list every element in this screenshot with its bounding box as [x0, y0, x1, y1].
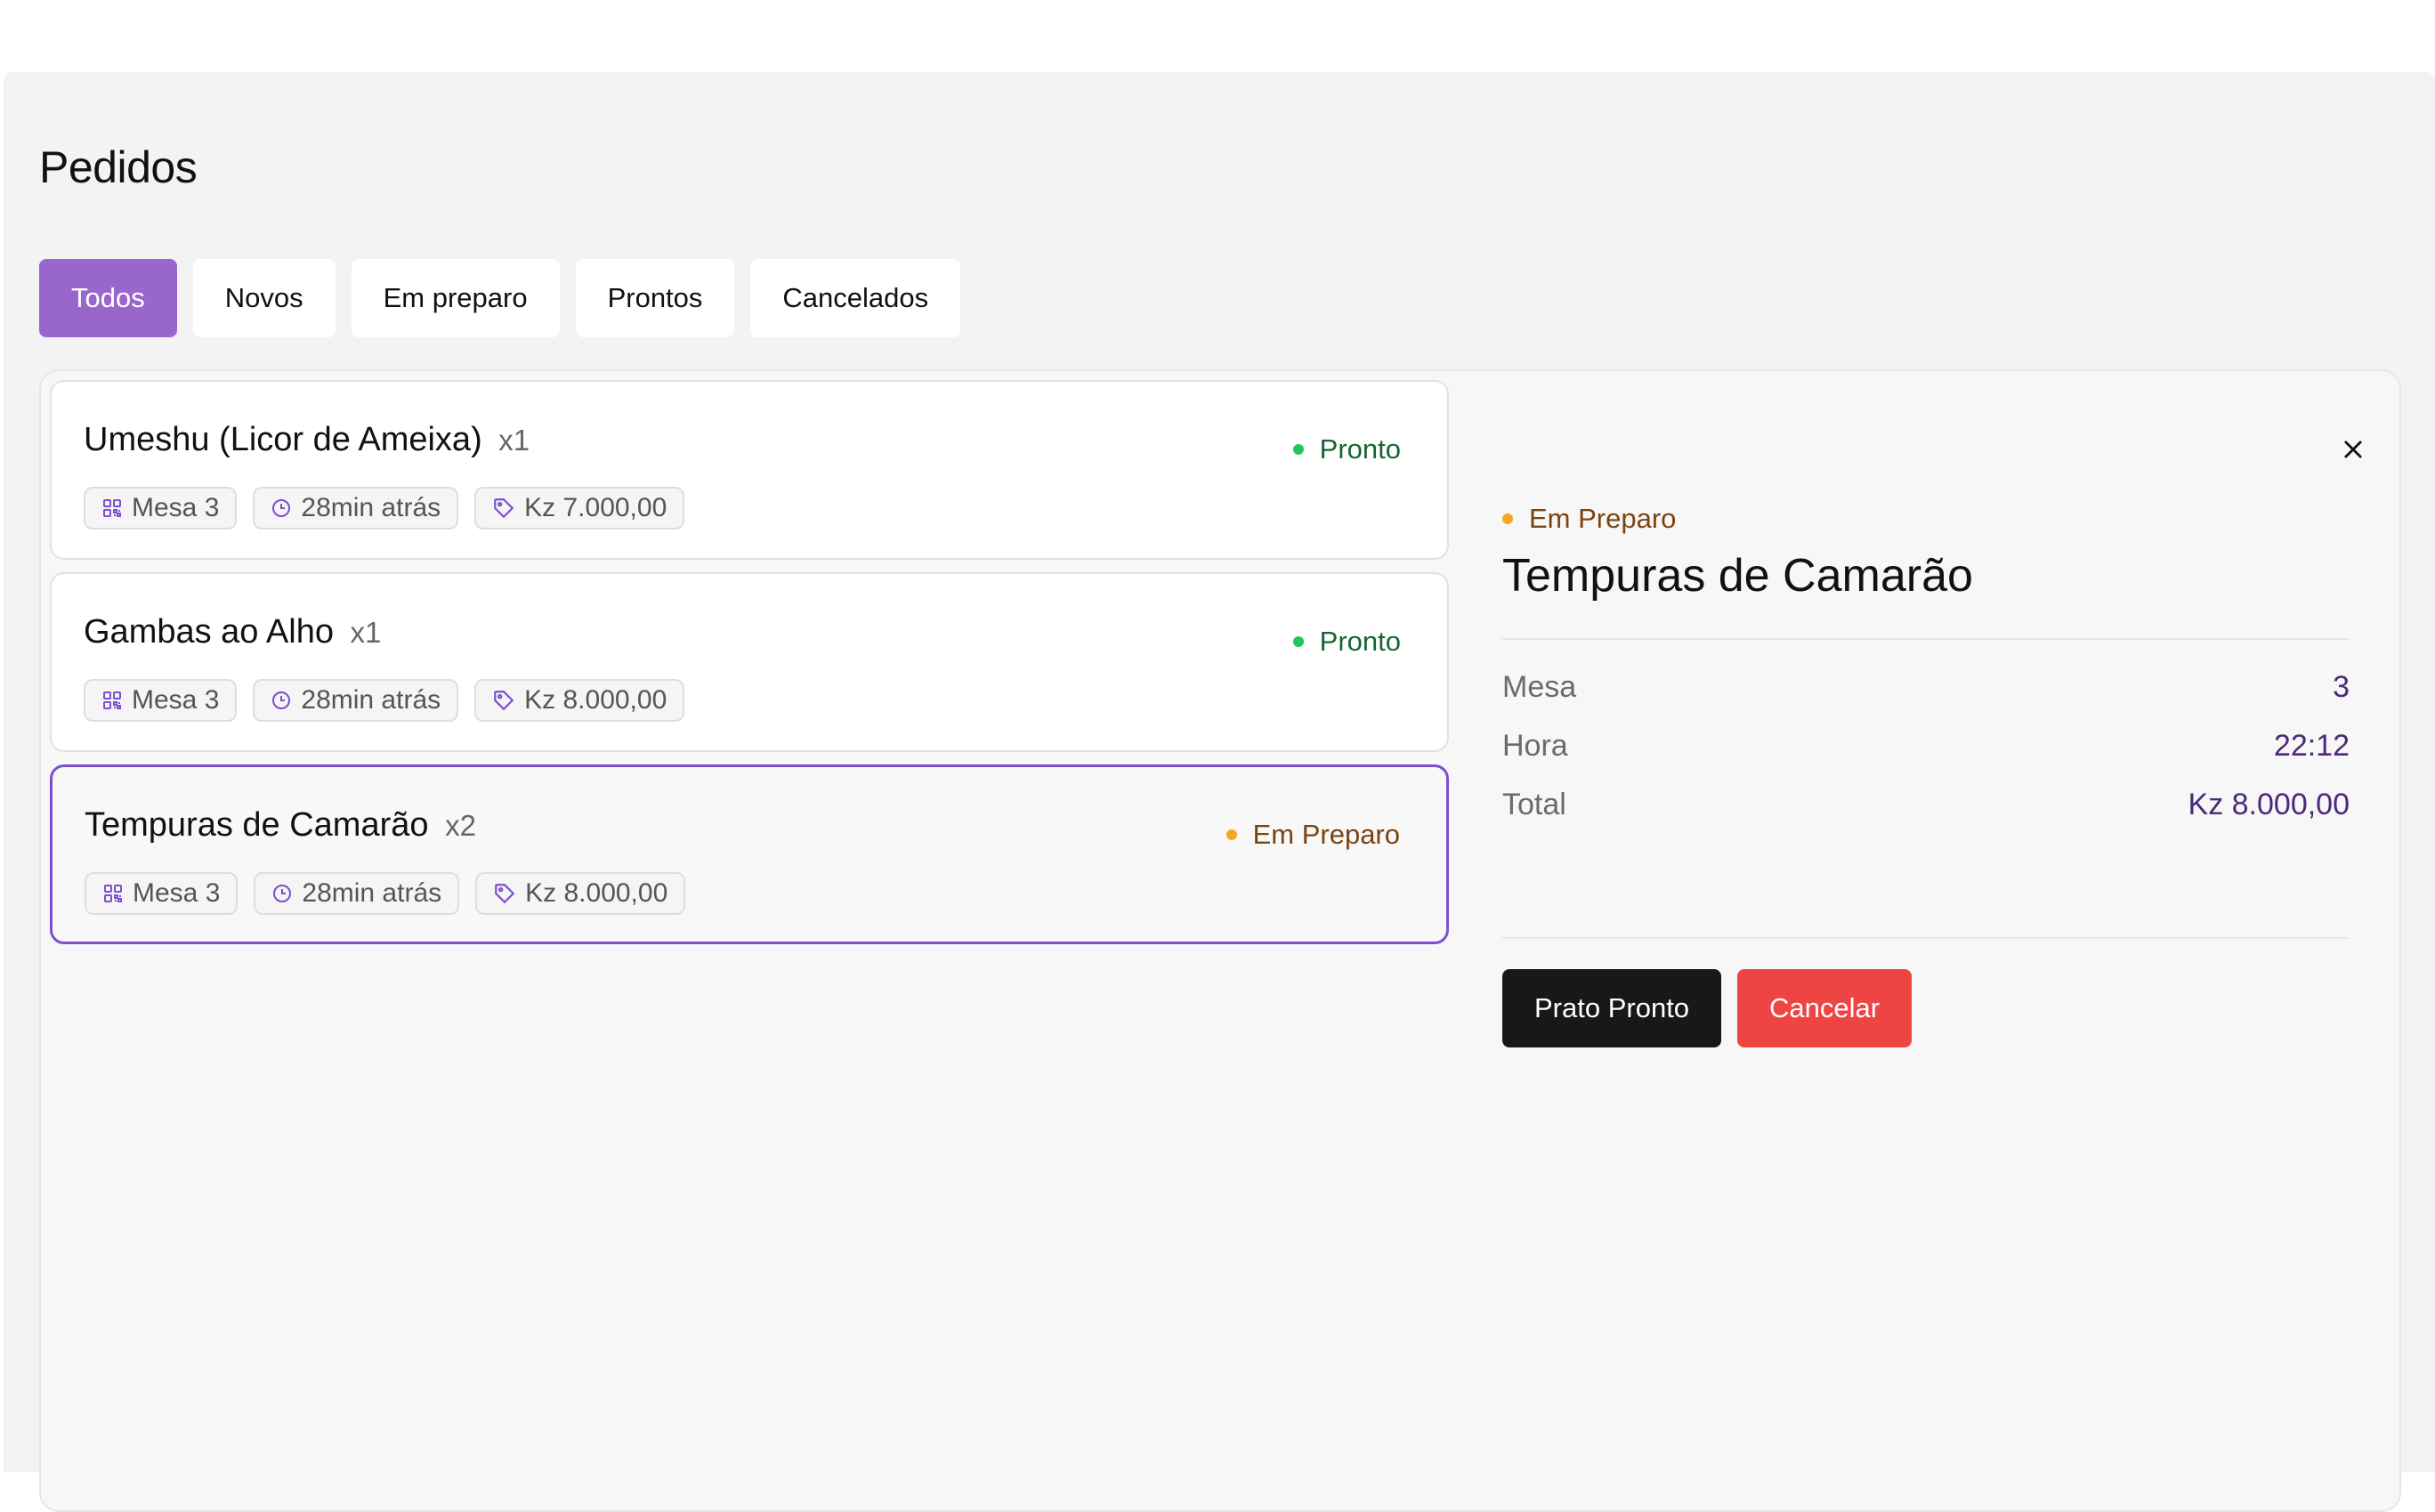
time-chip: 28min atrás	[253, 487, 459, 530]
status-dot-icon	[1292, 636, 1304, 647]
detail-row-mesa: Mesa 3	[1502, 670, 2350, 705]
tab-novos[interactable]: Novos	[192, 259, 336, 337]
qr-code-icon	[101, 497, 123, 519]
order-quantity: x2	[445, 809, 476, 842]
tab-em-preparo[interactable]: Em preparo	[351, 259, 560, 337]
tab-cancelados[interactable]: Cancelados	[750, 259, 961, 337]
qr-code-icon	[101, 690, 123, 711]
table-chip: Mesa 3	[84, 679, 238, 722]
tab-prontos[interactable]: Prontos	[575, 259, 735, 337]
order-meta: Mesa 3 28min atrás Kz 8.000,00	[84, 679, 685, 722]
order-card-selected[interactable]: Tempuras de Camarão x2 Em Preparo Mesa 3	[50, 764, 1449, 944]
time-chip: 28min atrás	[253, 679, 459, 722]
detail-status-label: Em Preparo	[1529, 503, 1677, 534]
clock-icon	[271, 883, 293, 904]
detail-row-value: 3	[2333, 670, 2350, 704]
detail-title: Tempuras de Camarão	[1502, 550, 1973, 602]
detail-status-badge: Em Preparo	[1502, 503, 1676, 535]
status-label: Pronto	[1319, 433, 1401, 465]
time-label: 28min atrás	[302, 878, 442, 908]
order-name-line: Umeshu (Licor de Ameixa) x1	[84, 421, 530, 459]
time-chip: 28min atrás	[254, 872, 460, 915]
mark-ready-button[interactable]: Prato Pronto	[1502, 969, 1722, 1047]
detail-row-total: Total Kz 8.000,00	[1502, 788, 2350, 822]
price-label: Kz 8.000,00	[524, 685, 667, 715]
status-dot-icon	[1502, 513, 1513, 524]
detail-row-hora: Hora 22:12	[1502, 729, 2350, 764]
tag-icon	[492, 689, 515, 712]
price-label: Kz 8.000,00	[525, 878, 668, 908]
status-tabs: Todos Novos Em preparo Prontos Cancelado…	[39, 259, 961, 337]
order-name: Tempuras de Camarão	[85, 806, 429, 844]
price-chip: Kz 8.000,00	[474, 679, 685, 722]
status-badge: Pronto	[1292, 626, 1401, 658]
table-label: Mesa 3	[133, 878, 221, 908]
order-meta: Mesa 3 28min atrás Kz 8.000,00	[85, 872, 686, 915]
qr-code-icon	[102, 883, 124, 904]
time-label: 28min atrás	[301, 493, 441, 522]
divider	[1502, 937, 2350, 939]
order-quantity: x1	[350, 616, 382, 649]
order-quantity: x1	[498, 424, 530, 457]
detail-row-label: Total	[1502, 788, 1566, 821]
status-label: Pronto	[1319, 626, 1401, 657]
table-label: Mesa 3	[132, 685, 220, 715]
order-list: Umeshu (Licor de Ameixa) x1 Pronto Mesa …	[50, 380, 1449, 957]
page-title: Pedidos	[39, 142, 198, 192]
order-card[interactable]: Gambas ao Alho x1 Pronto Mesa 3 28min at…	[50, 572, 1449, 752]
status-badge: Em Preparo	[1226, 819, 1400, 851]
table-chip: Mesa 3	[84, 487, 238, 530]
price-chip: Kz 7.000,00	[474, 487, 685, 530]
tab-todos[interactable]: Todos	[39, 259, 177, 337]
order-name-line: Tempuras de Camarão x2	[85, 806, 476, 845]
table-label: Mesa 3	[132, 493, 220, 522]
cancel-button[interactable]: Cancelar	[1737, 969, 1913, 1047]
orders-app: Pedidos Todos Novos Em preparo Prontos C…	[4, 72, 2435, 1512]
time-label: 28min atrás	[301, 685, 441, 715]
price-label: Kz 7.000,00	[524, 493, 667, 522]
tag-icon	[492, 497, 515, 520]
detail-row-label: Mesa	[1502, 670, 1577, 704]
clock-icon	[271, 690, 292, 711]
close-icon[interactable]	[2335, 432, 2371, 467]
detail-row-label: Hora	[1502, 729, 1568, 763]
divider	[1502, 638, 2350, 640]
price-chip: Kz 8.000,00	[475, 872, 686, 915]
detail-row-value: 22:12	[2273, 729, 2350, 763]
order-card[interactable]: Umeshu (Licor de Ameixa) x1 Pronto Mesa …	[50, 380, 1449, 560]
clock-icon	[271, 497, 292, 519]
detail-actions: Prato Pronto Cancelar	[1502, 969, 1913, 1047]
detail-row-value: Kz 8.000,00	[2188, 788, 2350, 821]
order-detail-panel: Em Preparo Tempuras de Camarão Mesa 3 Ho…	[1502, 371, 2364, 1261]
table-chip: Mesa 3	[85, 872, 239, 915]
orders-panel: Umeshu (Licor de Ameixa) x1 Pronto Mesa …	[39, 369, 2401, 1512]
order-name-line: Gambas ao Alho x1	[84, 613, 381, 651]
order-meta: Mesa 3 28min atrás Kz 7.000,00	[84, 487, 685, 530]
status-badge: Pronto	[1292, 433, 1401, 465]
order-name: Umeshu (Licor de Ameixa)	[84, 421, 482, 458]
status-dot-icon	[1292, 444, 1304, 455]
order-name: Gambas ao Alho	[84, 613, 334, 651]
status-label: Em Preparo	[1252, 819, 1400, 850]
tag-icon	[493, 882, 516, 905]
status-dot-icon	[1226, 829, 1237, 840]
